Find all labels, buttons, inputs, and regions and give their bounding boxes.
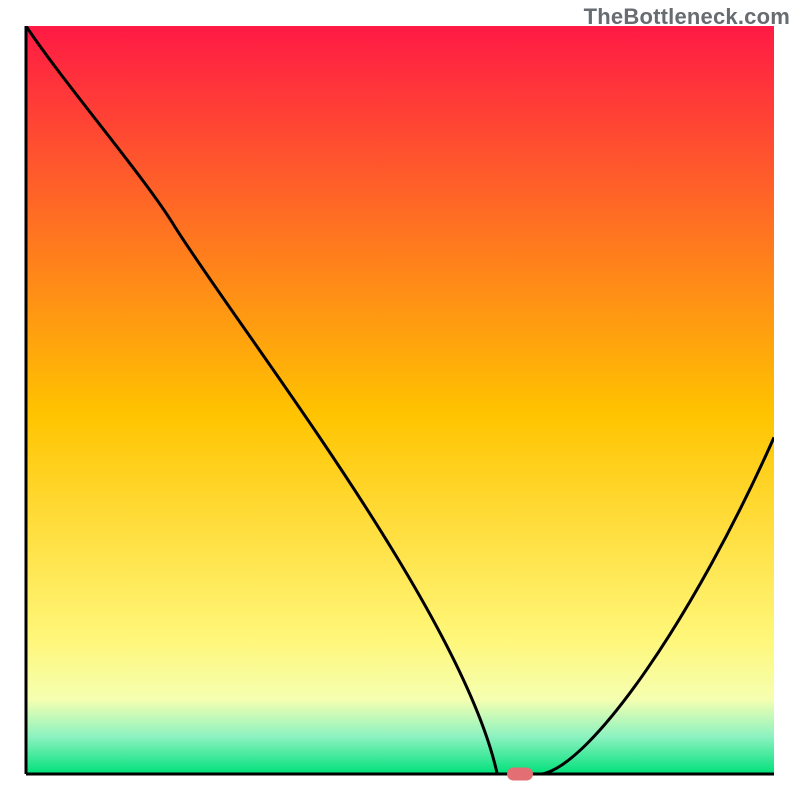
bottleneck-chart [0,0,800,800]
gradient-background [26,26,774,774]
chart-stage: TheBottleneck.com [0,0,800,800]
optimum-marker [507,768,533,781]
